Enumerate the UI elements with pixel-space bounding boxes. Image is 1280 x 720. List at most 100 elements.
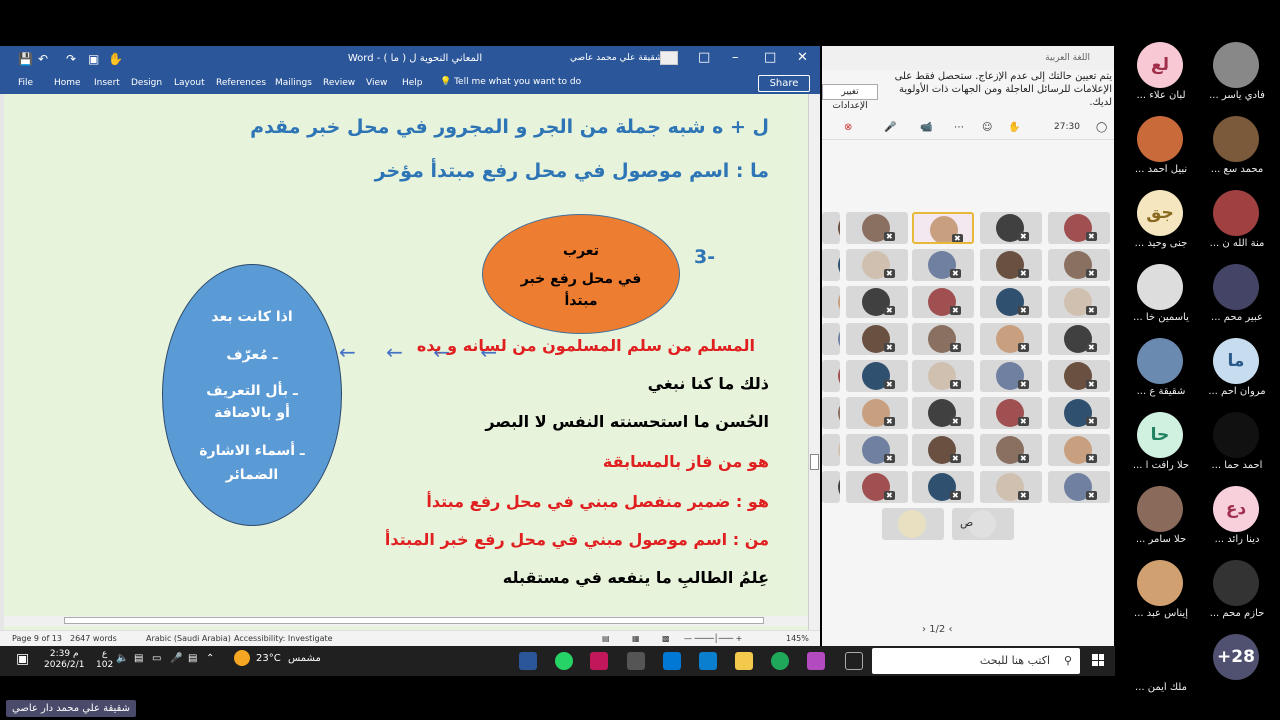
read-mode-icon[interactable]: ▤ <box>602 634 610 643</box>
participant-tile[interactable]: ✖ <box>912 286 974 318</box>
tab-view[interactable]: View <box>366 78 387 88</box>
horizontal-scrollbar[interactable] <box>4 616 808 626</box>
task-view-icon[interactable] <box>845 652 863 670</box>
participant-tile[interactable]: ✖ <box>822 471 840 503</box>
print-preview-icon[interactable]: ▣ <box>88 52 99 66</box>
participant-tile[interactable]: ✖ <box>980 434 1042 466</box>
participant-tile[interactable]: ✖ <box>1048 249 1110 281</box>
participant-tile[interactable]: ✖ <box>1048 212 1110 244</box>
participant-card[interactable]: حلا سامر ... <box>1121 486 1201 558</box>
store-icon[interactable] <box>699 652 717 670</box>
participant-tile[interactable]: ✖ <box>912 212 974 244</box>
participant-tile[interactable] <box>882 508 944 540</box>
participant-card[interactable]: حازم محم ... <box>1197 560 1277 632</box>
grid-pager[interactable]: › 1/2 ‹ <box>922 624 952 635</box>
participant-tile[interactable]: ✖ <box>912 434 974 466</box>
vertical-scrollbar[interactable] <box>808 94 820 664</box>
reactions-icon[interactable]: ☺ <box>982 122 992 133</box>
change-settings-button[interactable]: تغيير الإعدادات <box>822 84 878 111</box>
outlook-icon[interactable] <box>663 652 681 670</box>
weather-sun-icon[interactable] <box>234 650 250 666</box>
participant-tile[interactable]: ✖ <box>912 397 974 429</box>
share-button[interactable]: Share <box>758 75 810 92</box>
word-count[interactable]: 2647 words <box>70 634 117 643</box>
participant-card[interactable]: حا حلا رافت ا ... <box>1121 412 1201 484</box>
taskbar-search[interactable]: اكتب هنا للبحث ⚲ <box>872 648 1080 674</box>
language-indicator[interactable]: Arabic (Saudi Arabia) <box>146 634 231 643</box>
raise-hand-icon[interactable]: ✋ <box>1008 122 1020 133</box>
participant-card[interactable]: ما مروان احم ... <box>1197 338 1277 410</box>
participant-card[interactable]: جق جنى وحيد ... <box>1121 190 1201 262</box>
accessibility-status[interactable]: Accessibility: Investigate <box>234 634 333 643</box>
participant-card[interactable]: إيناس عبد ... <box>1121 560 1201 632</box>
tab-review[interactable]: Review <box>323 78 355 88</box>
maximize-button[interactable]: □ <box>764 50 776 65</box>
participant-tile[interactable]: ✖ <box>1048 471 1110 503</box>
tab-mailings[interactable]: Mailings <box>275 78 312 88</box>
participant-tile[interactable]: ✖ <box>1048 434 1110 466</box>
participant-card[interactable]: +28 <box>1197 634 1277 706</box>
participant-tile[interactable]: ✖ <box>822 249 840 281</box>
word-taskbar-icon[interactable] <box>519 652 537 670</box>
participant-tile[interactable]: ✖ <box>980 212 1042 244</box>
participant-tile[interactable]: ✖ <box>912 249 974 281</box>
participant-card[interactable]: دع دينا رائد ... <box>1197 486 1277 558</box>
camera-tray-icon[interactable]: ▤ <box>188 653 197 664</box>
account-avatar[interactable] <box>660 51 678 65</box>
windows-start-icon[interactable] <box>1092 654 1104 666</box>
network-icon[interactable]: ▤ <box>134 653 143 664</box>
participant-tile[interactable]: ✖ <box>822 286 840 318</box>
weather-desc[interactable]: مشمس <box>288 653 321 664</box>
tab-file[interactable]: File <box>18 78 33 88</box>
chevron-up-icon[interactable]: ⌃ <box>206 653 214 664</box>
tab-references[interactable]: References <box>216 78 266 88</box>
tab-insert[interactable]: Insert <box>94 78 120 88</box>
tell-me-search[interactable]: 💡 Tell me what you want to do <box>440 77 581 87</box>
redo-icon[interactable]: ↷ <box>66 52 76 66</box>
mic-tray-icon[interactable]: 🎤 <box>170 653 182 664</box>
tab-layout[interactable]: Layout <box>174 78 205 88</box>
teams-language[interactable]: اللغة العربية <box>1045 53 1090 63</box>
battery-icon[interactable]: ▭ <box>152 653 161 664</box>
participant-card[interactable]: لع لبان علاء ... <box>1121 42 1201 114</box>
participant-tile[interactable]: ✖ <box>912 323 974 355</box>
participant-card[interactable]: فادي ياسر ... <box>1197 42 1277 114</box>
participant-tile[interactable]: ✖ <box>822 360 840 392</box>
participant-tile[interactable]: ✖ <box>846 360 908 392</box>
page-count[interactable]: Page 9 of 13 <box>12 634 62 643</box>
tab-help[interactable]: Help <box>402 78 423 88</box>
web-layout-icon[interactable]: ▩ <box>662 634 670 643</box>
participant-tile[interactable]: ✖ <box>1048 323 1110 355</box>
participant-tile[interactable]: ✖ <box>1048 360 1110 392</box>
participant-card[interactable]: ملك أيمن ... <box>1121 634 1201 706</box>
more-icon[interactable]: ⋯ <box>954 122 964 133</box>
participant-card[interactable]: عبير محم ... <box>1197 264 1277 336</box>
whatsapp-icon[interactable] <box>555 652 573 670</box>
participant-tile[interactable]: ✖ <box>822 434 840 466</box>
participant-card[interactable]: محمد سع ... <box>1197 116 1277 188</box>
participant-tile[interactable]: ✖ <box>980 286 1042 318</box>
leave-icon[interactable]: ⊗ <box>844 122 852 133</box>
ribbon-display-icon[interactable]: □ <box>698 50 710 65</box>
print-layout-icon[interactable]: ▦ <box>632 634 640 643</box>
participant-tile[interactable]: ✖ <box>846 397 908 429</box>
vertical-scroll-thumb[interactable] <box>810 454 819 470</box>
participant-tile[interactable]: ✖ <box>846 212 908 244</box>
paint-icon[interactable] <box>627 652 645 670</box>
tab-home[interactable]: Home <box>54 78 81 88</box>
edge-icon[interactable] <box>771 652 789 670</box>
document-area[interactable]: ل + ه شبه جملة من الجر و المجرور في محل … <box>4 94 808 664</box>
participant-card[interactable]: منة الله ن ... <box>1197 190 1277 262</box>
desktop-icon[interactable]: ▣ <box>16 651 29 667</box>
participant-tile[interactable]: ✖ <box>846 249 908 281</box>
touch-mode-icon[interactable]: ✋ <box>108 52 123 66</box>
participant-tile[interactable]: ✖ <box>846 286 908 318</box>
participant-tile[interactable]: ✖ <box>1048 286 1110 318</box>
save-icon[interactable]: 💾 <box>18 52 33 66</box>
participant-tile[interactable]: ✖ <box>846 434 908 466</box>
file-explorer-icon[interactable] <box>735 652 753 670</box>
participant-tile[interactable]: ✖ <box>846 471 908 503</box>
participant-tile[interactable]: ✖ <box>980 249 1042 281</box>
participant-tile[interactable]: ✖ <box>912 360 974 392</box>
participant-tile[interactable]: ✖ <box>822 397 840 429</box>
